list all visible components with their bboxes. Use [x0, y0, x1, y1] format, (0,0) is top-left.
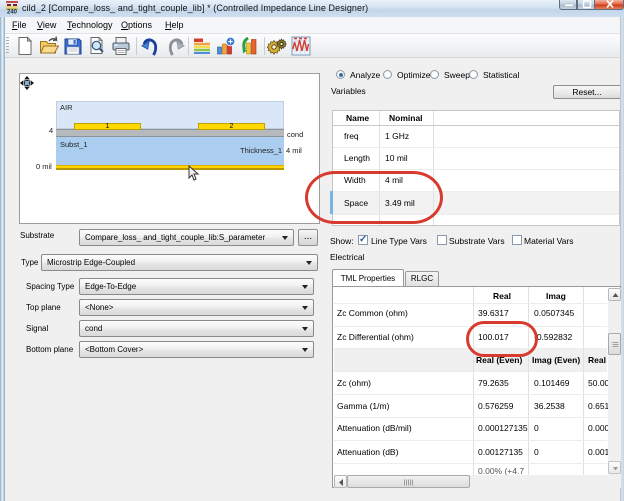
- svg-text:240: 240: [7, 10, 18, 15]
